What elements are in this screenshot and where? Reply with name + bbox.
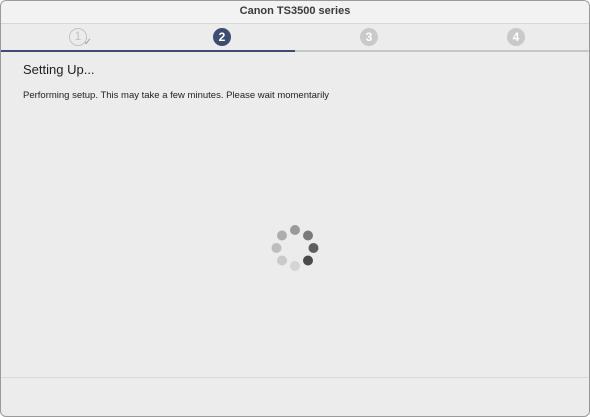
step-4-indicator: 4 <box>507 28 525 46</box>
step-progress-fill <box>1 50 295 52</box>
step-indicator: 1 ✓ 2 3 4 <box>1 24 589 52</box>
step-4-number: 4 <box>512 30 520 44</box>
page-heading: Setting Up... <box>23 62 95 77</box>
loading-spinner-icon <box>271 225 319 271</box>
step-3-indicator: 3 <box>360 28 378 46</box>
title-bar: Canon TS3500 series <box>1 1 589 24</box>
step-1-number: 1 <box>74 29 82 43</box>
step-3-number: 3 <box>365 30 373 44</box>
step-1-indicator: 1 ✓ <box>69 28 92 48</box>
footer-divider <box>1 377 589 378</box>
window-title: Canon TS3500 series <box>239 5 351 17</box>
setup-window: Canon TS3500 series 1 ✓ 2 3 4 Setting Up… <box>0 0 590 417</box>
step-progress-track <box>1 50 589 52</box>
step-2-indicator: 2 <box>213 28 231 46</box>
step-2-number: 2 <box>218 30 226 44</box>
status-message: Performing setup. This may take a few mi… <box>23 90 330 101</box>
step-done-check-icon: ✓ <box>83 37 92 48</box>
